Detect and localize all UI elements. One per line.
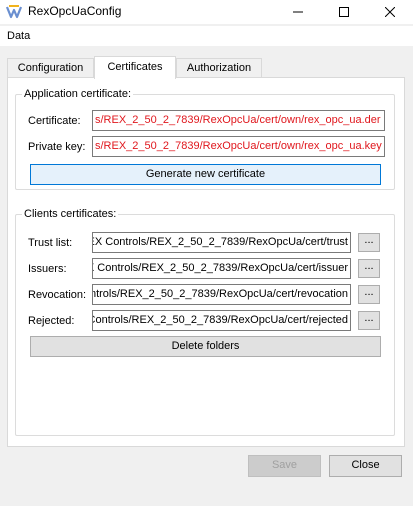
revocation-browse-button[interactable]: ... (358, 285, 380, 304)
issuers-browse-button[interactable]: ... (358, 259, 380, 278)
window-title: RexOpcUaConfig (28, 4, 122, 18)
menu-data[interactable]: Data (7, 30, 30, 42)
certificate-label: Certificate: (28, 115, 81, 127)
delete-folders-button[interactable]: Delete folders (30, 336, 381, 357)
trust-list-path-field[interactable]: EX Controls/REX_2_50_2_7839/RexOpcUa/cer… (92, 232, 351, 253)
generate-certificate-button[interactable]: Generate new certificate (30, 164, 381, 185)
rejected-browse-button[interactable]: ... (358, 311, 380, 330)
app-logo-icon (5, 4, 23, 20)
private-key-path-field[interactable]: s/REX_2_50_2_7839/RexOpcUa/cert/own/rex_… (92, 136, 385, 157)
application-certificate-group: Application certificate: Certificate: s/… (15, 88, 395, 190)
revocation-path-field[interactable]: ontrols/REX_2_50_2_7839/RexOpcUa/cert/re… (92, 284, 351, 305)
group-title: Clients certificates: (22, 208, 119, 220)
menu-bar: Data (0, 26, 413, 46)
revocation-label: Revocation: (28, 289, 87, 301)
trust-list-label: Trust list: (28, 237, 73, 249)
minimize-icon (293, 11, 303, 13)
rejected-path-field[interactable]: Controls/REX_2_50_2_7839/RexOpcUa/cert/r… (92, 310, 351, 331)
group-title: Application certificate: (22, 88, 133, 100)
private-key-label: Private key: (28, 141, 86, 153)
maximize-button[interactable] (321, 0, 367, 24)
issuers-path-field[interactable]: X Controls/REX_2_50_2_7839/RexOpcUa/cert… (92, 258, 351, 279)
tab-configuration[interactable]: Configuration (7, 58, 94, 78)
maximize-icon (339, 7, 349, 17)
close-icon (385, 7, 395, 17)
save-button[interactable]: Save (248, 455, 321, 477)
tab-certificates[interactable]: Certificates (94, 56, 176, 79)
rejected-label: Rejected: (28, 315, 75, 327)
certificate-path-field[interactable]: s/REX_2_50_2_7839/RexOpcUa/cert/own/rex_… (92, 110, 385, 131)
minimize-button[interactable] (275, 0, 321, 24)
issuers-label: Issuers: (28, 263, 67, 275)
close-window-button[interactable] (367, 0, 413, 24)
tab-authorization[interactable]: Authorization (176, 58, 262, 78)
clients-certificates-group: Clients certificates: Trust list: EX Con… (15, 208, 395, 436)
trust-list-browse-button[interactable]: ... (358, 233, 380, 252)
certificates-panel: Application certificate: Certificate: s/… (7, 77, 405, 447)
title-bar: RexOpcUaConfig (0, 0, 413, 24)
close-button[interactable]: Close (329, 455, 402, 477)
